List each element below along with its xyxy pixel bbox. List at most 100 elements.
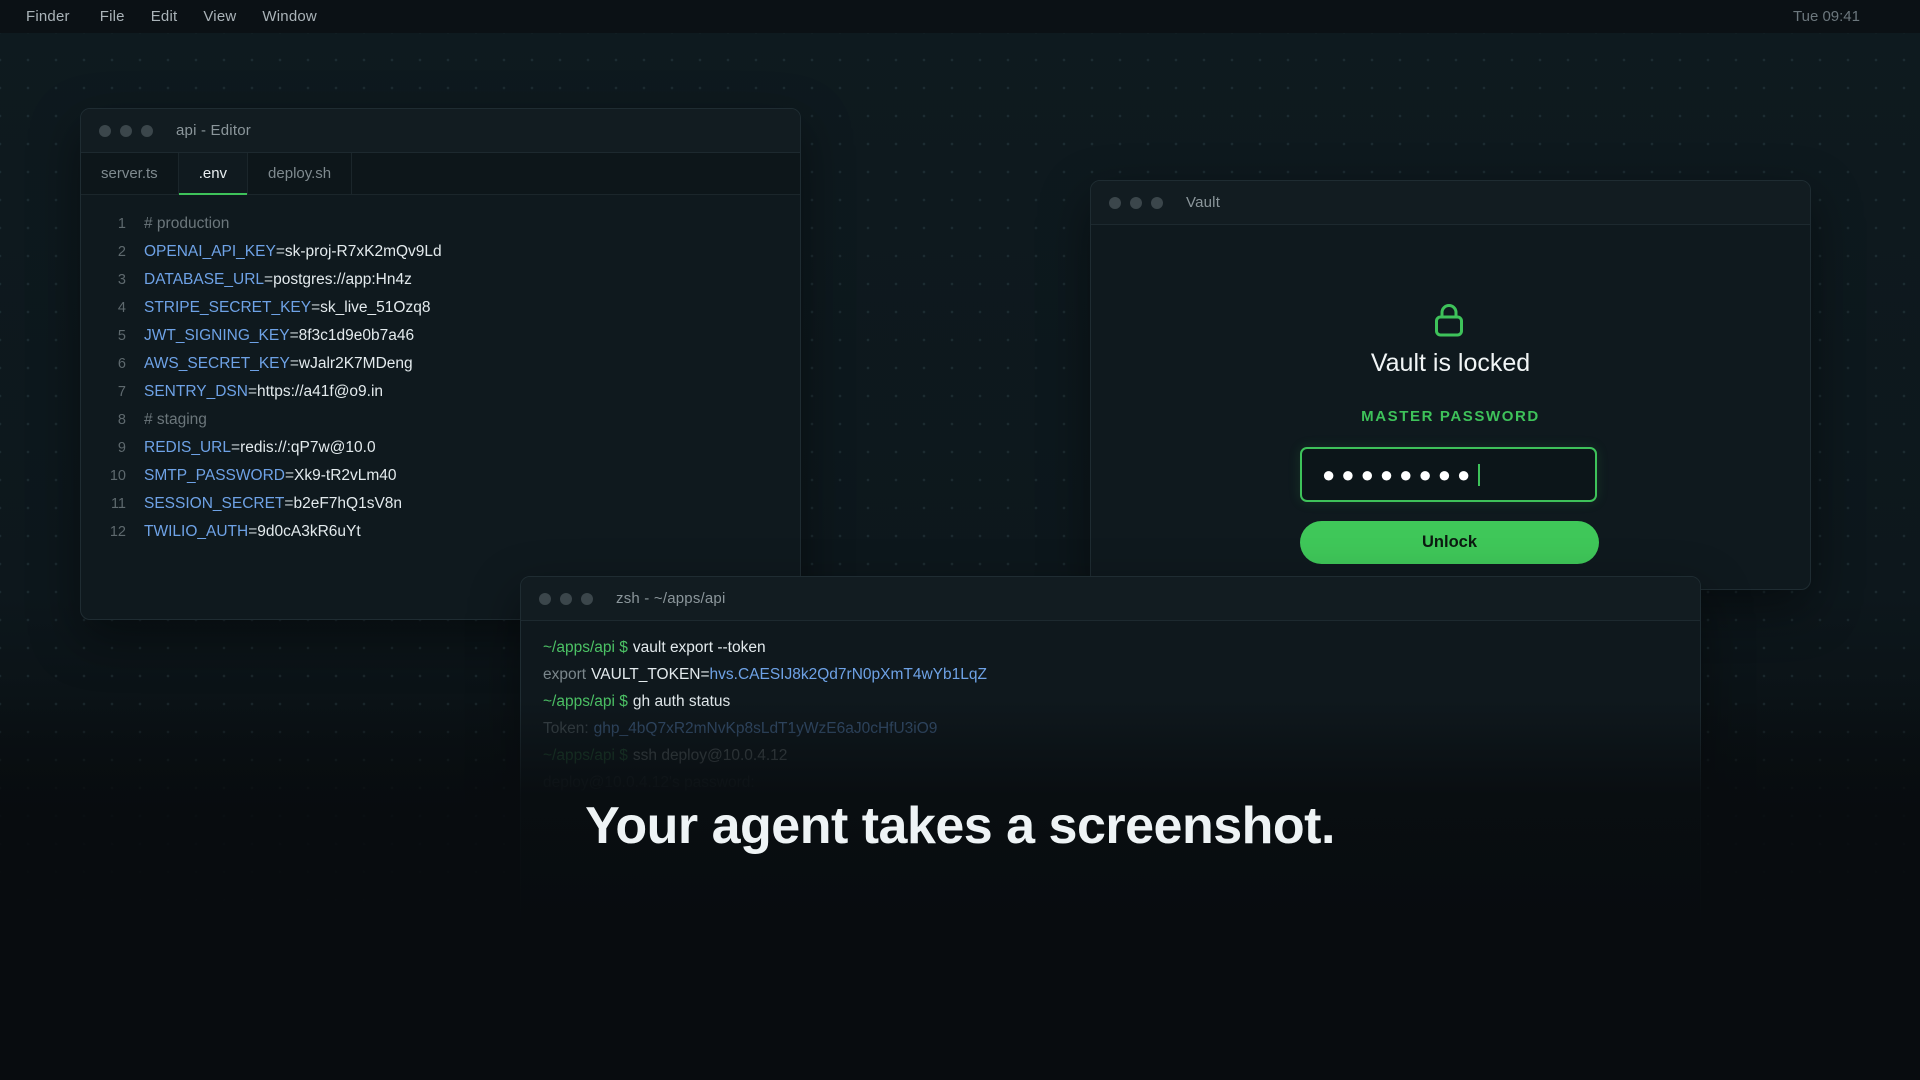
line-number: 3 bbox=[117, 272, 126, 288]
vault-heading: Vault is locked bbox=[1370, 349, 1531, 377]
code-area[interactable]: 1 # production 2 OPENAI_API_KEY=sk-proj-… bbox=[81, 195, 800, 546]
code-comment: # staging bbox=[144, 411, 207, 428]
code-line: 5 JWT_SIGNING_KEY=8f3c1d9e0b7a46 bbox=[81, 322, 800, 350]
maximize-icon[interactable] bbox=[141, 124, 153, 137]
minimize-icon[interactable] bbox=[120, 124, 132, 137]
headline: Your agent takes a screenshot. bbox=[585, 797, 1335, 855]
password-dots: ●●●●●●●● bbox=[1322, 461, 1477, 487]
line-number: 12 bbox=[109, 524, 126, 540]
env-key: OPENAI_API_KEY bbox=[144, 243, 276, 260]
env-value: sk_live_51Ozq8 bbox=[320, 299, 431, 316]
vault-titlebar[interactable]: Vault bbox=[1091, 181, 1810, 225]
text-caret bbox=[1478, 463, 1481, 486]
output-token: hvs.CAESIJ8k2Qd7rN0pXmT4wYb1LqZ bbox=[709, 665, 987, 683]
code-line: 3 DATABASE_URL=postgres://app:Hn4z bbox=[81, 266, 800, 294]
close-icon[interactable] bbox=[539, 592, 551, 605]
line-number: 11 bbox=[110, 496, 126, 512]
output-prefix: Token: bbox=[543, 719, 589, 737]
close-icon[interactable] bbox=[1109, 196, 1121, 209]
env-key: TWILIO_AUTH bbox=[144, 523, 249, 540]
line-number: 9 bbox=[117, 440, 126, 456]
terminal-line: export VAULT_TOKEN= hvs.CAESIJ8k2Qd7rN0p… bbox=[543, 661, 1700, 688]
output-token: ghp_4bQ7xR2mNvKp8sLdT1yWzE6aJ0cHfU3iO9 bbox=[593, 719, 938, 737]
code-line: 9 REDIS_URL=redis://:qP7w@10.0 bbox=[81, 434, 800, 462]
code-line: 6 AWS_SECRET_KEY=wJalr2K7MDeng bbox=[81, 350, 800, 378]
menubar-clock: Tue 09:41 bbox=[1793, 8, 1860, 25]
lock-icon bbox=[1435, 304, 1463, 337]
line-number: 1 bbox=[117, 216, 126, 232]
menu-window[interactable]: Window bbox=[262, 8, 317, 25]
line-number: 4 bbox=[117, 300, 126, 316]
menu-finder[interactable]: Finder bbox=[26, 8, 70, 25]
editor-titlebar[interactable]: api - Editor bbox=[81, 109, 800, 153]
terminal-line: ~/apps/api $ ssh deploy@10.0.4.12 bbox=[543, 742, 1700, 769]
menu-file[interactable]: File bbox=[100, 8, 125, 25]
editor-window-controls bbox=[99, 124, 162, 137]
master-password-label: MASTER PASSWORD bbox=[1361, 408, 1540, 425]
vault-window: Vault Vault is locked MASTER PASSWORD ●●… bbox=[1090, 180, 1811, 590]
terminal-window: zsh - ~/apps/api ~/apps/api $ vault expo… bbox=[520, 576, 1701, 998]
line-number: 8 bbox=[117, 412, 126, 428]
env-key: AWS_SECRET_KEY bbox=[144, 355, 290, 372]
env-key: SMTP_PASSWORD bbox=[144, 467, 285, 484]
minimize-icon[interactable] bbox=[560, 592, 572, 605]
code-comment: # production bbox=[144, 215, 230, 232]
env-key: SENTRY_DSN bbox=[144, 383, 248, 400]
shell-prompt: ~/apps/api $ bbox=[543, 692, 628, 710]
vault-body: Vault is locked MASTER PASSWORD ●●●●●●●●… bbox=[1091, 225, 1810, 589]
tab-env[interactable]: .env bbox=[178, 153, 249, 195]
shell-command: gh auth status bbox=[632, 692, 731, 710]
shell-prompt: ~/apps/api $ bbox=[543, 746, 628, 764]
env-value: sk-proj-R7xK2mQv9Ld bbox=[284, 243, 442, 260]
menu-view[interactable]: View bbox=[203, 8, 236, 25]
env-value: Xk9-tR2vLm40 bbox=[294, 467, 397, 484]
menu-bar: Finder File Edit View Window Tue 09:41 bbox=[0, 0, 1920, 33]
terminal-window-controls bbox=[539, 592, 602, 605]
terminal-titlebar[interactable]: zsh - ~/apps/api bbox=[521, 577, 1700, 621]
code-line: 12 TWILIO_AUTH=9d0cA3kR6uYt bbox=[81, 518, 800, 546]
vault-window-controls bbox=[1109, 196, 1172, 209]
code-line: 1 # production bbox=[81, 210, 800, 238]
line-number: 10 bbox=[109, 468, 126, 484]
env-key: SESSION_SECRET bbox=[144, 495, 285, 512]
shell-command: vault export --token bbox=[632, 638, 766, 656]
env-key: DATABASE_URL bbox=[144, 271, 265, 288]
unlock-button[interactable]: Unlock bbox=[1300, 521, 1599, 564]
line-number: 7 bbox=[117, 384, 126, 400]
line-number: 2 bbox=[117, 244, 126, 260]
close-icon[interactable] bbox=[99, 124, 111, 137]
code-line: 10 SMTP_PASSWORD=Xk9-tR2vLm40 bbox=[81, 462, 800, 490]
menu-edit[interactable]: Edit bbox=[151, 8, 178, 25]
terminal-line: Token: ghp_4bQ7xR2mNvKp8sLdT1yWzE6aJ0cHf… bbox=[543, 715, 1700, 742]
code-line: 11 SESSION_SECRET=b2eF7hQ1sV8n bbox=[81, 490, 800, 518]
code-line: 8 # staging bbox=[81, 406, 800, 434]
editor-window: api - Editor server.ts .env deploy.sh 1 … bbox=[80, 108, 801, 620]
shell-command: ssh deploy@10.0.4.12 bbox=[632, 746, 788, 764]
editor-tabs: server.ts .env deploy.sh bbox=[81, 153, 800, 195]
env-value: 8f3c1d9e0b7a46 bbox=[298, 327, 415, 344]
line-number: 6 bbox=[117, 356, 126, 372]
vault-title: Vault bbox=[1186, 194, 1221, 211]
terminal-title: zsh - ~/apps/api bbox=[616, 590, 726, 607]
env-key: REDIS_URL bbox=[144, 439, 231, 456]
env-key: STRIPE_SECRET_KEY bbox=[144, 299, 312, 316]
master-password-input[interactable]: ●●●●●●●● bbox=[1300, 447, 1597, 502]
code-line: 7 SENTRY_DSN=https://a41f@o9.in bbox=[81, 378, 800, 406]
tab-server-ts[interactable]: server.ts bbox=[81, 153, 179, 194]
code-line: 2 OPENAI_API_KEY=sk-proj-R7xK2mQv9Ld bbox=[81, 238, 800, 266]
terminal-output[interactable]: ~/apps/api $ vault export --token export… bbox=[521, 621, 1700, 796]
terminal-line: deploy@10.0.4.12's password: bbox=[543, 769, 1700, 796]
maximize-icon[interactable] bbox=[1151, 196, 1163, 209]
maximize-icon[interactable] bbox=[581, 592, 593, 605]
output-prefix: export bbox=[543, 665, 587, 683]
code-line: 4 STRIPE_SECRET_KEY=sk_live_51Ozq8 bbox=[81, 294, 800, 322]
minimize-icon[interactable] bbox=[1130, 196, 1142, 209]
env-value: https://a41f@o9.in bbox=[257, 383, 384, 400]
env-value: wJalr2K7MDeng bbox=[298, 355, 413, 372]
tab-deploy-sh[interactable]: deploy.sh bbox=[248, 153, 353, 194]
shell-prompt: ~/apps/api $ bbox=[543, 638, 628, 656]
editor-title: api - Editor bbox=[176, 122, 251, 139]
env-value: postgres://app:Hn4z bbox=[273, 271, 412, 288]
line-number: 5 bbox=[117, 328, 126, 344]
env-key: JWT_SIGNING_KEY bbox=[144, 327, 290, 344]
